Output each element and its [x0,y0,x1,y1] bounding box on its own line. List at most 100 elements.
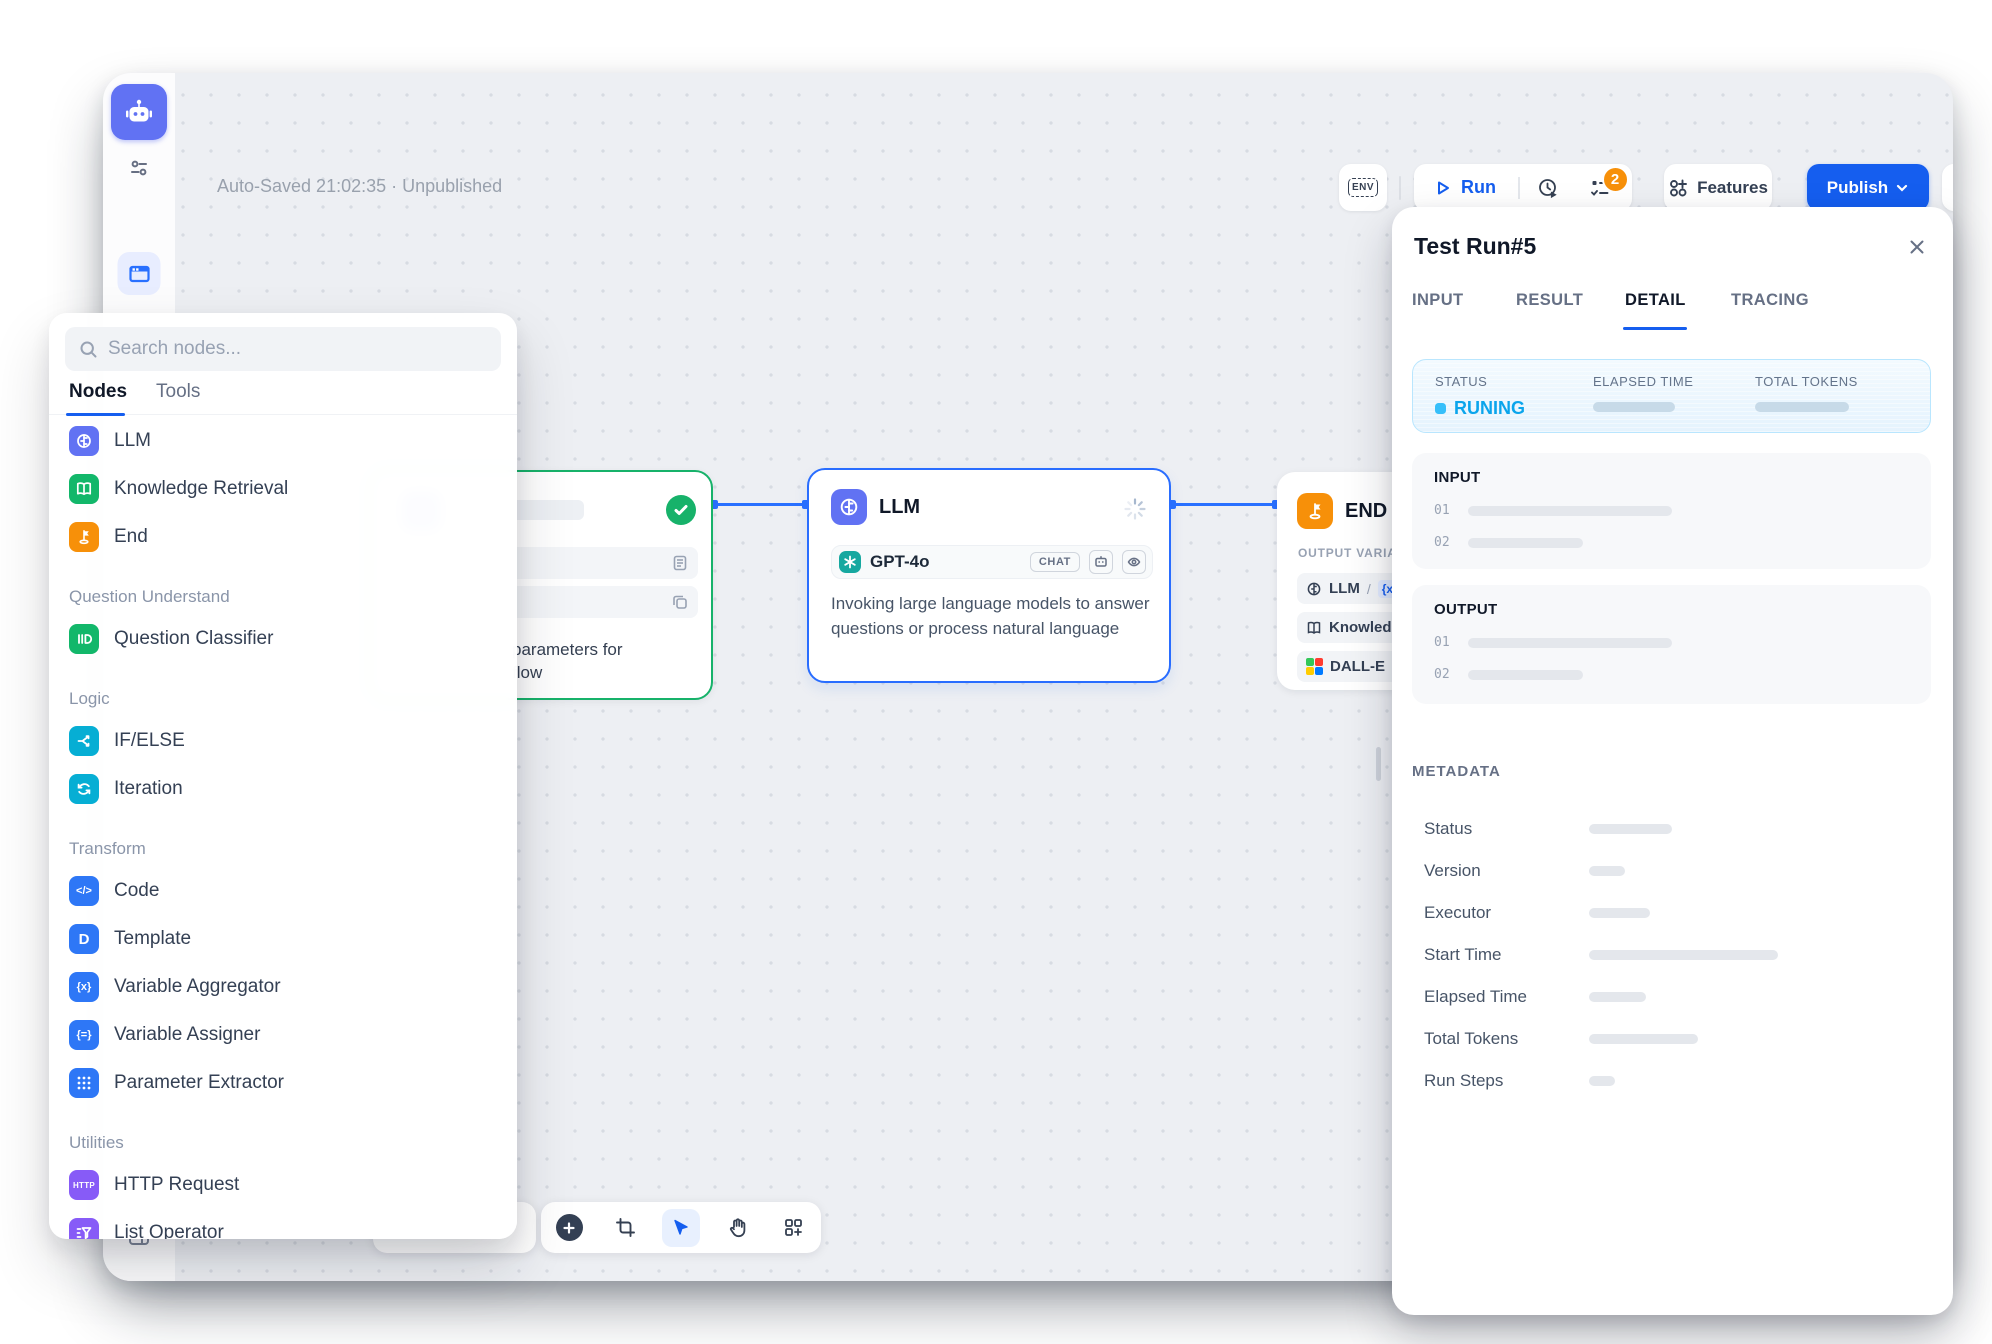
topbar-divider [1399,176,1401,200]
output-title: OUTPUT [1434,601,1909,618]
scrollbar-thumb[interactable] [1376,747,1381,781]
features-icon [1668,178,1688,198]
brain-icon [831,489,867,525]
llm-model-selector[interactable]: GPT-4o CHAT [831,545,1153,579]
chat-mode-badge: CHAT [1030,552,1080,572]
output-card: OUTPUT 01 02 [1412,585,1931,704]
output-variables-label: OUTPUT VARIA [1298,546,1397,560]
node-item-end[interactable]: End [49,513,517,561]
output-skeleton [1468,670,1583,680]
note-tool-button[interactable] [606,1209,644,1247]
status-label: STATUS [1435,374,1525,389]
add-node-button[interactable] [550,1209,588,1247]
metadata-row-start-time: Start Time [1424,934,1931,976]
node-item-template[interactable]: D Template [49,915,517,963]
node-item-http-request[interactable]: HTTP HTTP Request [49,1161,517,1209]
node-list: LLM Knowledge Retrieval End Question Und… [49,417,517,1239]
dot-grid-icon [69,1068,99,1098]
chevron-down-icon [1895,181,1909,195]
metadata-row-total-tokens: Total Tokens [1424,1018,1931,1060]
variable-assigner-icon: {=} [69,1020,99,1050]
hand-icon [727,1217,748,1238]
flag-icon [1297,493,1333,529]
metadata-row-elapsed-time: Elapsed Time [1424,976,1931,1018]
edge-start-llm [713,503,807,506]
node-item-llm[interactable]: LLM [49,417,517,465]
check-circle-icon [666,495,696,525]
run-button[interactable]: Run [1414,177,1518,198]
env-button[interactable]: ENV [1339,164,1387,211]
input-skeleton [1468,506,1672,516]
node-item-list-operator[interactable]: List Operator [49,1209,517,1239]
search-input[interactable] [108,338,487,360]
node-item-iteration[interactable]: Iteration [49,765,517,813]
node-item-question-classifier[interactable]: Question Classifier [49,615,517,663]
template-icon: D [69,924,99,954]
metadata-row-run-steps: Run Steps [1424,1060,1931,1102]
publish-button[interactable]: Publish [1807,164,1929,211]
active-tab-underline [66,413,125,416]
running-dot-icon [1435,403,1446,414]
tab-tracing[interactable]: TRACING [1731,291,1809,310]
output-skeleton [1468,638,1672,648]
tab-result[interactable]: RESULT [1516,291,1583,310]
env-icon: ENV [1348,178,1378,197]
code-icon: </> [69,876,99,906]
status-value: RUNING [1435,398,1525,419]
node-item-knowledge-retrieval[interactable]: Knowledge Retrieval [49,465,517,513]
llm-node-title: LLM [879,496,920,519]
plus-icon [556,1214,583,1241]
tab-input[interactable]: INPUT [1412,291,1464,310]
metadata-title: METADATA [1412,763,1501,780]
start-node-description: parameters for [512,638,623,661]
tab-nodes[interactable]: Nodes [69,381,127,403]
features-button[interactable]: Features [1664,164,1772,211]
test-run-panel: Test Run#5 INPUT RESULT DETAIL TRACING S… [1392,207,1953,1315]
loading-spinner-icon [1123,497,1147,521]
node-search-panel: Nodes Tools LLM Knowledge Retrieval End … [49,313,517,1239]
vision-eye-icon [1122,550,1146,574]
pointer-tool-button[interactable] [662,1209,700,1247]
clock-play-icon [1537,177,1559,199]
total-tokens-skeleton [1755,402,1849,412]
app-logo[interactable] [111,84,167,140]
autosave-status: Auto-Saved 21:02:35 · Unpublished [217,176,502,197]
node-item-code[interactable]: </> Code [49,867,517,915]
funnel-icon [69,1218,99,1239]
workflow-settings-icon[interactable] [127,156,151,180]
tab-tools[interactable]: Tools [156,381,200,403]
close-icon[interactable] [1905,235,1929,259]
metadata-row-status: Status [1424,808,1931,850]
node-item-variable-assigner[interactable]: {=} Variable Assigner [49,1011,517,1059]
node-item-ifelse[interactable]: IF/ELSE [49,717,517,765]
organize-layout-button[interactable] [774,1209,812,1247]
preview-window-icon[interactable] [118,252,161,295]
section-question-understand: Question Understand [49,561,517,615]
node-search-box[interactable] [65,327,501,371]
gpt4o-model-icon [839,551,861,573]
input-title: INPUT [1434,469,1909,486]
run-history-button[interactable] [1520,177,1576,199]
dalle-icon [1306,658,1323,675]
panel-title: Test Run#5 [1414,233,1536,260]
node-item-variable-aggregator[interactable]: {x} Variable Aggregator [49,963,517,1011]
section-transform: Transform [49,813,517,867]
checklist-button[interactable]: 2 [1576,177,1624,199]
brain-icon [69,426,99,456]
metadata-row-version: Version [1424,850,1931,892]
section-logic: Logic [49,663,517,717]
model-name: GPT-4o [870,552,1021,572]
flag-icon [69,522,99,552]
agent-badge-icon [1089,550,1113,574]
hand-tool-button[interactable] [718,1209,756,1247]
edge-llm-end [1171,503,1277,506]
http-icon: HTTP [69,1170,99,1200]
tab-detail[interactable]: DETAIL [1625,291,1686,310]
status-card: STATUS RUNING ELAPSED TIME TOTAL TOKENS [1412,359,1931,433]
active-tab-underline [1623,327,1687,330]
llm-node[interactable]: LLM GPT-4o CHAT [807,468,1171,683]
search-icon [79,340,98,359]
version-history-button[interactable] [1942,164,1953,211]
node-item-parameter-extractor[interactable]: Parameter Extractor [49,1059,517,1107]
llm-node-description: Invoking large language models to answer… [831,592,1153,641]
